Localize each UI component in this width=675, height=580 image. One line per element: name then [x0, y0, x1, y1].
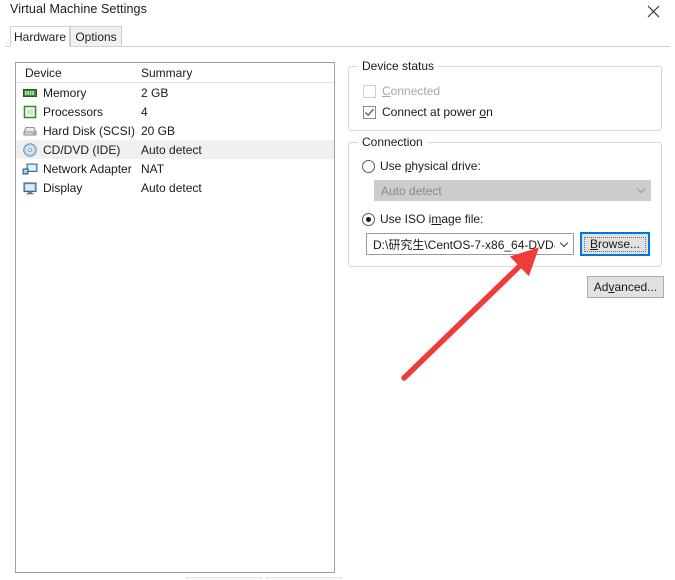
device-status-group: Device status Connected Connect at power… — [348, 59, 662, 131]
advanced-label-b: anced... — [614, 280, 658, 294]
close-button[interactable] — [631, 0, 675, 22]
device-summary-label: 2 GB — [141, 85, 169, 100]
close-x-icon — [647, 5, 660, 18]
tab-hardware[interactable]: Hardware — [10, 26, 70, 47]
display-icon — [22, 180, 38, 196]
device-cell: Processors — [16, 104, 138, 120]
advanced-button[interactable]: Advanced... — [587, 276, 664, 298]
uiso-mnemonic: m — [431, 212, 442, 226]
browse-button-label: Browse... — [590, 237, 640, 251]
summary-cell: NAT — [138, 160, 334, 178]
summary-cell: 2 GB — [138, 84, 334, 102]
virtual-machine-settings-window: Virtual Machine Settings Hardware Option… — [0, 0, 675, 580]
device-name-label: Hard Disk (SCSI) — [43, 123, 136, 138]
advanced-label-a: Ad — [593, 280, 609, 294]
device-status-group-title: Device status — [358, 59, 439, 73]
device-name-label: CD/DVD (IDE) — [43, 142, 121, 157]
use-iso-image-file-label: Use ISO image file: — [380, 212, 483, 226]
summary-cell: Auto detect — [138, 179, 334, 197]
device-summary-label: Auto detect — [141, 142, 202, 157]
device-row-display[interactable]: Display Auto detect — [16, 178, 334, 197]
device-summary-label: NAT — [141, 161, 165, 176]
cd-dvd-icon — [22, 142, 38, 158]
uiso-label-b: age file: — [441, 212, 484, 226]
device-list[interactable]: Device Summary Memory 2 GB Processors 4 … — [15, 62, 335, 573]
column-header-device: Device — [16, 64, 138, 82]
cap-label-b: n — [486, 105, 493, 119]
device-name-label: Memory — [43, 85, 87, 100]
device-summary-label: 4 — [141, 104, 148, 119]
connect-at-power-on-checkbox[interactable] — [363, 105, 376, 119]
title-bar: Virtual Machine Settings — [0, 0, 675, 22]
use-iso-image-file-radio[interactable] — [362, 212, 375, 226]
use-physical-drive-radio[interactable] — [362, 159, 375, 173]
tab-options-label: Options — [75, 29, 117, 44]
device-cell: Memory — [16, 85, 138, 101]
browse-button[interactable]: Browse... — [580, 232, 650, 256]
uiso-label-a: Use ISO i — [380, 212, 432, 226]
column-header-summary-label: Summary — [141, 65, 193, 80]
iso-path-combo-value: D:\研究生\CentOS-7-x86_64-DVD- — [373, 237, 555, 252]
device-summary-label: Auto detect — [141, 180, 202, 195]
iso-path-combo[interactable]: D:\研究生\CentOS-7-x86_64-DVD- — [366, 233, 574, 255]
device-name-label: Display — [43, 180, 83, 195]
connected-label-rest: onnected — [390, 84, 441, 98]
cap-label-a: Connect at power — [382, 105, 480, 119]
advanced-button-label: Advanced... — [594, 280, 657, 294]
upd-label-a: Use — [380, 159, 405, 173]
processor-icon — [22, 104, 38, 120]
checkmark-icon — [365, 108, 374, 116]
column-header-summary: Summary — [138, 64, 334, 82]
browse-label-rest: rowse... — [598, 237, 641, 251]
device-name-label: Processors — [43, 104, 104, 119]
use-physical-drive-label: Use physical drive: — [380, 159, 481, 173]
device-cell: Display — [16, 180, 138, 196]
physical-drive-combo-value: Auto detect — [381, 183, 442, 198]
use-physical-drive-radio-row[interactable]: Use physical drive: — [362, 159, 481, 173]
browse-mnemonic: B — [589, 237, 598, 251]
physical-drive-combo: Auto detect — [374, 180, 651, 201]
column-header-device-label: Device — [25, 65, 62, 80]
memory-icon — [22, 85, 38, 101]
connected-label: Connected — [382, 84, 440, 98]
use-iso-image-file-radio-row[interactable]: Use ISO image file: — [362, 212, 483, 226]
device-name-label: Network Adapter — [43, 161, 132, 176]
device-row-network-adapter[interactable]: Network Adapter NAT — [16, 159, 334, 178]
connection-group-title: Connection — [358, 135, 427, 149]
network-adapter-icon — [22, 161, 38, 177]
device-cell: CD/DVD (IDE) — [16, 142, 138, 158]
tab-hardware-label: Hardware — [13, 29, 67, 44]
device-row-processors[interactable]: Processors 4 — [16, 102, 334, 121]
summary-cell: 4 — [138, 103, 334, 121]
device-row-cd-dvd[interactable]: CD/DVD (IDE) Auto detect — [16, 140, 334, 159]
chevron-down-icon — [632, 187, 650, 194]
connect-at-power-on-checkbox-row[interactable]: Connect at power on — [363, 105, 493, 119]
connected-checkbox-row: Connected — [363, 84, 440, 98]
tab-options[interactable]: Options — [70, 26, 122, 47]
device-row-hard-disk[interactable]: Hard Disk (SCSI) 20 GB — [16, 121, 334, 140]
device-summary-label: 20 GB — [141, 123, 176, 138]
device-cell: Network Adapter — [16, 161, 138, 177]
device-cell: Hard Disk (SCSI) — [16, 123, 138, 139]
chevron-down-icon[interactable] — [555, 241, 573, 248]
tab-strip: Hardware Options — [5, 26, 670, 47]
upd-label-b: hysical drive: — [411, 159, 481, 173]
device-row-memory[interactable]: Memory 2 GB — [16, 83, 334, 102]
window-title: Virtual Machine Settings — [10, 2, 147, 16]
connect-at-power-on-label: Connect at power on — [382, 105, 493, 119]
connected-checkbox — [363, 84, 376, 98]
browse-button-inner: Browse... — [584, 236, 646, 252]
hard-disk-icon — [22, 123, 38, 139]
connected-mnemonic: C — [382, 84, 391, 98]
summary-cell: Auto detect — [138, 141, 334, 159]
summary-cell: 20 GB — [138, 122, 334, 140]
device-list-header: Device Summary — [16, 63, 334, 83]
